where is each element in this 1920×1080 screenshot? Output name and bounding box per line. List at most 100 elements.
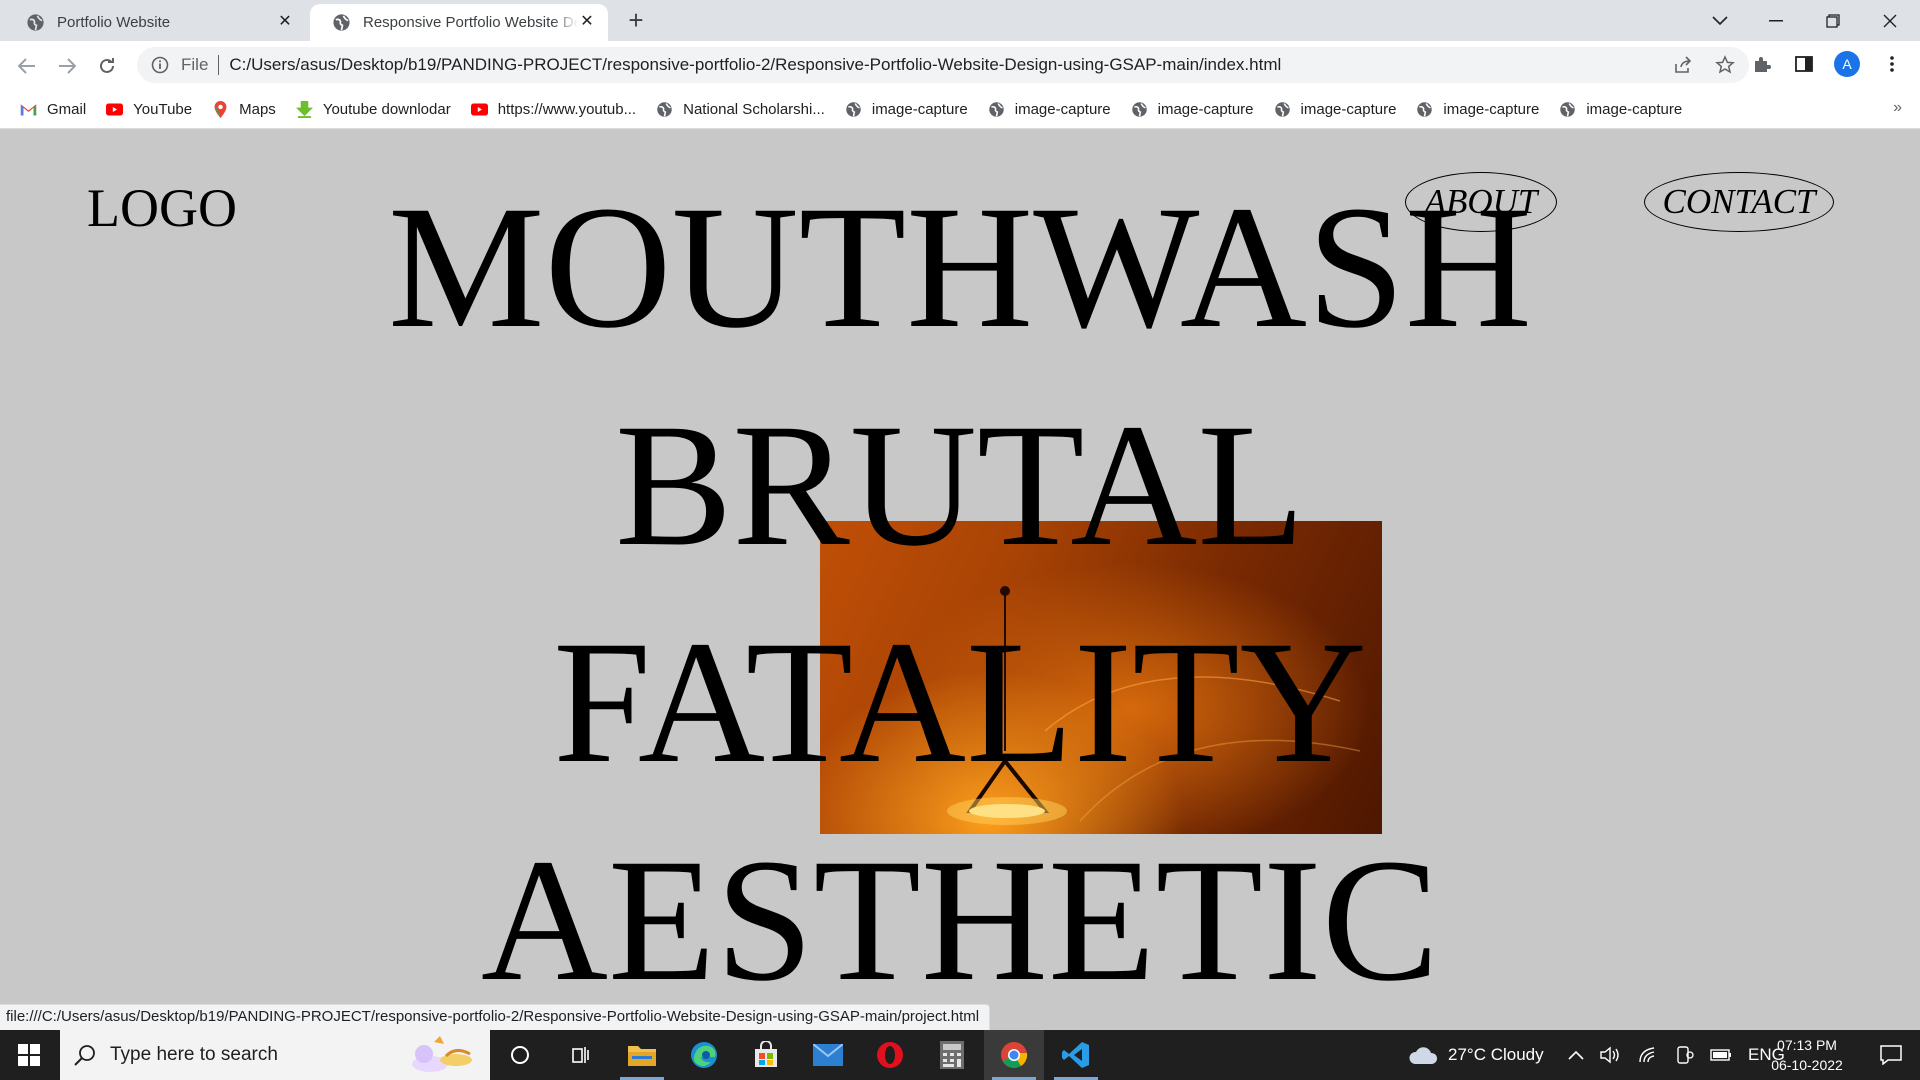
restore-icon [1826, 13, 1840, 28]
nav-about-link[interactable]: ABOUT [1405, 172, 1557, 232]
tab-strip: Portfolio Website ✕ Responsive Portfolio… [0, 0, 1920, 41]
close-icon[interactable]: ✕ [276, 13, 294, 31]
edge-browser-icon [691, 1042, 717, 1068]
clock-time: 07:13 PM [1777, 1037, 1837, 1053]
battery-icon[interactable] [1710, 1049, 1732, 1061]
arrow-left-icon [18, 58, 35, 74]
close-icon[interactable]: ✕ [578, 13, 596, 31]
chrome-icon [1001, 1042, 1028, 1068]
address-bar[interactable]: File C:/Users/asus/Desktop/b19/PANDING-P… [137, 47, 1749, 83]
minimize-icon [1769, 19, 1783, 21]
microsoft-store-app[interactable] [736, 1030, 796, 1080]
close-icon [1883, 14, 1897, 27]
bookmark-label: image-capture [1586, 101, 1683, 118]
bookmark-maps[interactable]: Maps [212, 101, 276, 118]
bookmark-national-scholarship[interactable]: National Scholarshi... [656, 101, 825, 118]
cloud-icon [1409, 1047, 1438, 1064]
more-bookmarks-button[interactable]: » [1893, 99, 1902, 117]
hero-line-3: FATALITY [553, 605, 1367, 800]
opera-app[interactable] [860, 1030, 920, 1080]
reload-button[interactable] [92, 51, 122, 81]
calculator-app[interactable] [922, 1030, 982, 1080]
globe-icon [1560, 102, 1576, 117]
globe-icon [657, 102, 672, 117]
search-highlight-icon [412, 1036, 472, 1072]
mail-app[interactable] [798, 1030, 858, 1080]
globe-icon [333, 14, 350, 31]
toolbar-actions: A [1752, 51, 1902, 77]
download-icon [295, 101, 313, 118]
tab-responsive-portfolio[interactable]: Responsive Portfolio Website Design usin… [310, 4, 608, 41]
extensions-puzzle-icon[interactable] [1752, 54, 1772, 74]
calculator-icon [940, 1041, 964, 1069]
bookmark-label: Youtube downlodar [322, 101, 451, 118]
tab-search-button[interactable] [1692, 0, 1748, 41]
profile-avatar[interactable]: A [1834, 51, 1860, 77]
portfolio-page: MOUTHWASH BRUTAL FATALITY AESTHETIC LOGO… [0, 129, 1920, 1030]
bookmark-label: https://www.youtub... [497, 101, 637, 118]
bookmark-youtube[interactable]: YouTube [106, 101, 192, 118]
task-view-button[interactable] [550, 1030, 610, 1080]
store-icon [755, 1041, 777, 1067]
tab-portfolio-website[interactable]: Portfolio Website ✕ [4, 4, 306, 41]
notifications-button[interactable] [1862, 1030, 1920, 1080]
taskbar-search[interactable]: Type here to search [60, 1030, 490, 1080]
clock[interactable]: 07:13 PM 06-10-2022 [1762, 1035, 1852, 1075]
vscode-app[interactable] [1046, 1030, 1106, 1080]
start-button[interactable] [0, 1030, 58, 1080]
globe-icon [1274, 102, 1290, 117]
notification-icon [1880, 1045, 1902, 1065]
chrome-app[interactable] [984, 1030, 1044, 1080]
globe-icon [27, 14, 44, 31]
opera-icon [877, 1042, 903, 1068]
maps-icon [214, 101, 227, 118]
site-logo[interactable]: LOGO [87, 177, 237, 239]
restore-button[interactable] [1805, 0, 1861, 41]
bookmark-gmail[interactable]: Gmail [20, 101, 86, 118]
divider [218, 55, 220, 75]
edge-app[interactable] [674, 1030, 734, 1080]
phone-link-icon[interactable] [1674, 1045, 1694, 1065]
chevron-up-icon[interactable] [1568, 1050, 1584, 1060]
gmail-icon [20, 104, 37, 116]
globe-icon [1131, 102, 1147, 117]
bookmark-label: image-capture [1300, 101, 1397, 118]
bookmark-label: image-capture [1014, 101, 1111, 118]
more-vertical-icon[interactable] [1882, 54, 1902, 74]
bookmark-image-capture[interactable]: image-capture [845, 101, 968, 118]
weather-text: 27°C Cloudy [1448, 1045, 1544, 1064]
bookmark-image-capture[interactable]: image-capture [1131, 101, 1254, 118]
new-tab-button[interactable]: + [622, 6, 650, 34]
back-button[interactable] [12, 51, 42, 81]
bookmark-image-capture[interactable]: image-capture [988, 101, 1111, 118]
forward-button[interactable] [52, 51, 82, 81]
weather-widget[interactable]: 27°C Cloudy [1408, 1030, 1544, 1080]
folder-icon [628, 1046, 656, 1066]
bookmark-image-capture[interactable]: image-capture [1559, 101, 1682, 118]
network-icon[interactable] [1638, 1046, 1658, 1064]
side-panel-icon[interactable] [1794, 54, 1814, 74]
system-tray: ENG [1568, 1030, 1785, 1080]
bookmark-star-icon[interactable] [1715, 55, 1735, 75]
close-window-button[interactable] [1862, 0, 1918, 41]
bookmark-label: Maps [239, 101, 276, 118]
globe-icon [989, 102, 1004, 117]
bookmark-image-capture[interactable]: image-capture [1416, 101, 1539, 118]
nav-contact-link[interactable]: CONTACT [1644, 172, 1834, 232]
bookmark-label: Gmail [47, 101, 87, 118]
tab-title: Portfolio Website [57, 14, 171, 31]
share-icon[interactable] [1673, 55, 1693, 75]
volume-icon[interactable] [1600, 1046, 1622, 1064]
bookmark-youtube-url[interactable]: https://www.youtub... [470, 101, 637, 118]
url-text[interactable]: C:/Users/asus/Desktop/b19/PANDING-PROJEC… [229, 55, 1281, 75]
bookmark-label: image-capture [1157, 101, 1254, 118]
minimize-button[interactable] [1748, 0, 1804, 41]
bookmark-label: image-capture [871, 101, 968, 118]
cortana-button[interactable] [490, 1030, 550, 1080]
bookmark-image-capture[interactable]: image-capture [1274, 101, 1397, 118]
hero-line-1: MOUTHWASH [388, 170, 1532, 365]
windows-taskbar: Type here to search 27°C Cloudy ENG 07:1… [0, 1030, 1920, 1080]
info-icon[interactable] [151, 56, 169, 74]
file-explorer-app[interactable] [612, 1030, 672, 1080]
bookmark-youtube-downlodar[interactable]: Youtube downlodar [295, 101, 451, 118]
